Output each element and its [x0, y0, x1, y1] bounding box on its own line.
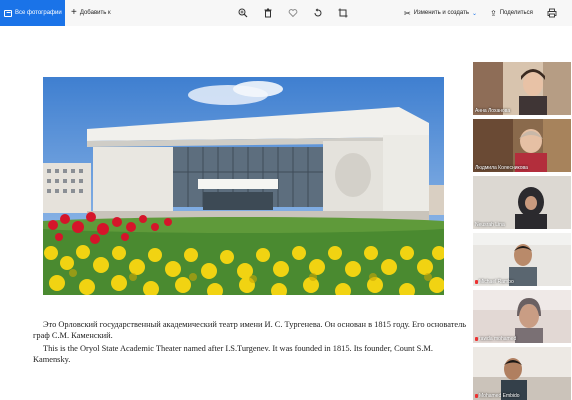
participant-tile[interactable]: rawda mohamed: [473, 290, 571, 343]
chevron-down-icon: ⌄: [472, 10, 478, 17]
muted-mic-icon: [475, 337, 478, 341]
edit-create-label: Изменить и создать: [413, 10, 469, 16]
participant-panel: Анна Лоханова Людмила Колесникова Neusra…: [472, 62, 572, 400]
edit-create-icon: ✂: [404, 8, 411, 18]
muted-mic-icon: [475, 280, 478, 284]
plus-icon: +: [71, 7, 77, 18]
crop-icon[interactable]: [338, 8, 348, 18]
edit-create-button[interactable]: ✂ Изменить и создать ⌄: [404, 0, 477, 26]
participant-name: Michael Rambo: [475, 279, 514, 285]
theater-photo: [43, 77, 444, 295]
add-to-label: Добавить к: [79, 10, 111, 16]
participant-tile[interactable]: Michael Rambo: [473, 233, 571, 286]
share-label: Поделиться: [499, 10, 533, 16]
participant-tile[interactable]: Mohamed Embido: [473, 347, 571, 400]
share-icon: ⇪: [490, 8, 497, 18]
add-to-button[interactable]: + Добавить к: [71, 0, 111, 26]
participant-tile[interactable]: Анна Лоханова: [473, 62, 571, 115]
photo-toolbar: Все фотографии + Добавить к ✂ Изменить и…: [0, 0, 572, 26]
participant-name: Людмила Колесникова: [475, 165, 528, 171]
zoom-icon[interactable]: [238, 8, 248, 18]
share-button[interactable]: ⇪ Поделиться: [490, 0, 533, 26]
muted-mic-icon: [475, 394, 478, 398]
participant-name: Mohamed Embido: [475, 393, 520, 399]
rotate-icon[interactable]: [313, 8, 323, 18]
participant-name: Анна Лоханова: [475, 108, 511, 114]
participant-name: rawda mohamed: [475, 336, 516, 342]
delete-icon[interactable]: [263, 8, 273, 18]
participant-tile[interactable]: Людмила Колесникова: [473, 119, 571, 172]
photo-icon: [4, 9, 12, 17]
heart-icon[interactable]: [288, 8, 298, 18]
print-icon[interactable]: [547, 8, 557, 18]
all-photos-button[interactable]: Все фотографии: [0, 0, 65, 26]
caption-russian: Это Орловский государственный академичес…: [33, 320, 467, 340]
participant-name: Neusrah Lina: [475, 222, 505, 228]
caption-english: This is the Oryol State Academic Theater…: [33, 344, 433, 364]
all-photos-label: Все фотографии: [15, 10, 62, 16]
participant-tile[interactable]: Neusrah Lina: [473, 176, 571, 229]
